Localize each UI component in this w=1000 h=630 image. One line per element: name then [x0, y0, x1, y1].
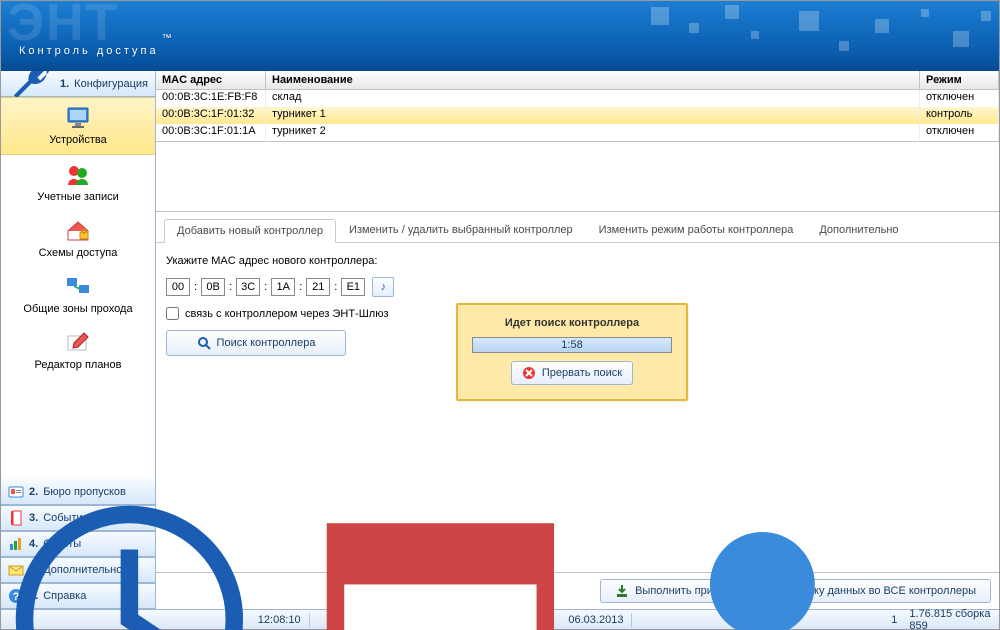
- zones-icon: [64, 275, 92, 299]
- table-row[interactable]: 00:0B:3C:1E:FB:F8 склад отключен: [156, 90, 999, 107]
- sidebar-item-label: Устройства: [49, 134, 107, 146]
- brand-bg-text: ЭНТ: [7, 1, 119, 53]
- mac-octet-5[interactable]: [306, 278, 330, 296]
- dialog-title: Идет поиск контроллера: [505, 317, 639, 329]
- sidebar-section-config[interactable]: 1. Конфигурация: [1, 71, 155, 97]
- mac-octet-6[interactable]: [341, 278, 365, 296]
- sidebar-item-devices[interactable]: Устройства: [1, 97, 155, 155]
- statusbar: 12:08:10 06.03.2013 1 1.76.815 сборка 85…: [1, 609, 999, 629]
- mac-hint-label: Укажите MAC адрес нового контроллера:: [166, 255, 989, 267]
- tab-add-controller[interactable]: Добавить новый контроллер: [164, 219, 336, 243]
- sidebar-section-label: Конфигурация: [74, 78, 148, 90]
- sidebar-section-label: Бюро пропусков: [43, 486, 126, 498]
- table-row[interactable]: 00:0B:3C:1F:01:32 турникет 1 контроль: [156, 107, 999, 124]
- mac-input-row: : : : : : ♪: [166, 277, 989, 297]
- header-decor: [579, 1, 999, 71]
- sidebar-item-label: Учетные записи: [37, 191, 119, 203]
- search-progress-dialog: Идет поиск контроллера 1:58 Прервать пои…: [456, 303, 688, 401]
- sidebar-item-plans[interactable]: Редактор планов: [1, 323, 155, 379]
- sidebar-item-zones[interactable]: Общие зоны прохода: [1, 267, 155, 323]
- column-header-mac[interactable]: MAC адрес: [156, 71, 266, 90]
- column-header-name[interactable]: Наименование: [266, 71, 920, 90]
- status-date: 06.03.2013: [568, 614, 623, 626]
- tabbar: Добавить новый контроллер Изменить / уда…: [156, 212, 999, 243]
- gateway-checkbox-label: связь с контроллером через ЭНТ-Шлюз: [185, 308, 389, 320]
- house-lock-icon: [64, 219, 92, 243]
- progress-text: 1:58: [561, 339, 582, 351]
- edit-plan-icon: [64, 331, 92, 355]
- sidebar-item-label: Общие зоны прохода: [23, 303, 132, 315]
- note-icon: ♪: [381, 281, 387, 293]
- progress-bar: 1:58: [472, 337, 672, 353]
- tab-pane-add: Укажите MAC адрес нового контроллера: : …: [156, 243, 999, 572]
- mac-octet-3[interactable]: [236, 278, 260, 296]
- status-version: 1.76.815 сборка 859: [909, 608, 993, 630]
- sidebar-item-schemes[interactable]: Схемы доступа: [1, 211, 155, 267]
- status-users: 1: [891, 614, 897, 626]
- mac-octet-4[interactable]: [271, 278, 295, 296]
- monitor-icon: [64, 106, 92, 130]
- mac-octet-2[interactable]: [201, 278, 225, 296]
- magnifier-icon: [197, 336, 211, 350]
- users-icon: [64, 163, 92, 187]
- sidebar-item-label: Редактор планов: [35, 359, 122, 371]
- cancel-search-button[interactable]: Прервать поиск: [511, 361, 633, 385]
- table-empty-space: [156, 142, 999, 212]
- column-header-mode[interactable]: Режим: [920, 71, 999, 90]
- search-controller-button[interactable]: Поиск контроллера: [166, 330, 346, 356]
- mac-octet-1[interactable]: [166, 278, 190, 296]
- random-mac-button[interactable]: ♪: [372, 277, 394, 297]
- tab-edit-controller[interactable]: Изменить / удалить выбранный контроллер: [336, 218, 586, 242]
- cancel-icon: [522, 366, 536, 380]
- sidebar-item-label: Схемы доступа: [39, 247, 118, 259]
- status-time: 12:08:10: [258, 614, 301, 626]
- download-icon: [615, 584, 629, 598]
- gateway-checkbox[interactable]: [166, 307, 179, 320]
- table-row[interactable]: 00:0B:3C:1F:01:1A турникет 2 отключен: [156, 124, 999, 141]
- sidebar-item-accounts[interactable]: Учетные записи: [1, 155, 155, 211]
- tab-change-mode[interactable]: Изменить режим работы контроллера: [586, 218, 807, 242]
- content-area: MAC адрес Наименование Режим 00:0B:3C:1E…: [156, 71, 999, 609]
- tab-extra[interactable]: Дополнительно: [806, 218, 911, 242]
- controllers-table: MAC адрес Наименование Режим 00:0B:3C:1E…: [156, 71, 999, 142]
- app-header: ЭНТ Контроль доступа™: [1, 1, 999, 71]
